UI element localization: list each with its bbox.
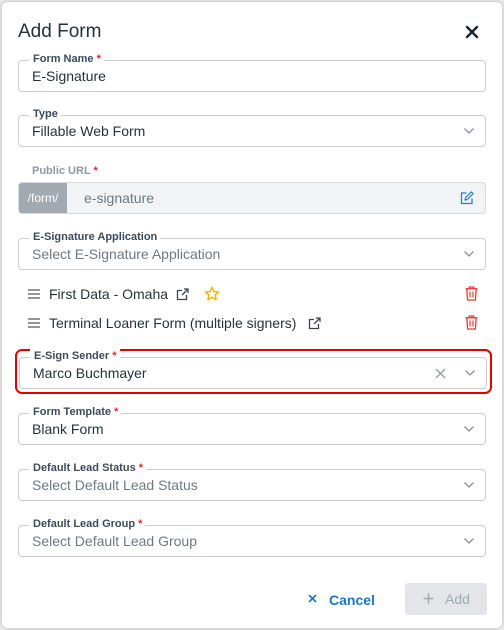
external-link-icon[interactable]	[176, 288, 189, 301]
required-marker: *	[96, 53, 101, 65]
close-icon	[308, 594, 317, 603]
required-marker: *	[93, 165, 98, 177]
default-lead-status-label-text: Default Lead Status	[33, 462, 136, 474]
url-prefix: /form/	[19, 183, 67, 213]
chevron-down-icon[interactable]	[463, 481, 475, 489]
esign-sender-value: Marco Buchmayer	[33, 365, 147, 381]
close-icon[interactable]	[464, 24, 480, 40]
type-value: Fillable Web Form	[32, 123, 146, 139]
required-marker: *	[138, 462, 144, 474]
type-label-text: Type	[33, 108, 58, 120]
clear-icon[interactable]	[435, 368, 446, 379]
add-button[interactable]: Add	[405, 583, 487, 615]
plus-icon	[423, 593, 434, 604]
drag-handle-icon[interactable]	[28, 289, 40, 299]
trash-icon[interactable]	[465, 315, 478, 330]
public-url-label-text: Public URL	[32, 165, 91, 177]
external-link-icon[interactable]	[308, 317, 321, 330]
edit-icon[interactable]	[460, 191, 474, 205]
form-template-label: Form Template *	[29, 405, 122, 419]
public-url-field: /form/ e-signature	[18, 182, 486, 214]
form-template-value: Blank Form	[32, 421, 104, 437]
form-name-label-text: Form Name	[33, 53, 94, 65]
application-list-item: First Data - Omaha	[28, 285, 478, 305]
esignature-application-label-text: E-Signature Application	[33, 231, 158, 243]
default-lead-group-label-text: Default Lead Group	[33, 518, 136, 530]
application-name: First Data - Omaha	[49, 286, 169, 302]
add-label: Add	[445, 591, 470, 607]
esignature-application-placeholder: Select E-Signature Application	[32, 246, 221, 262]
type-select[interactable]: Type Fillable Web Form	[18, 107, 486, 147]
default-lead-status-placeholder: Select Default Lead Status	[32, 477, 198, 493]
type-label: Type	[29, 107, 61, 121]
cancel-label: Cancel	[329, 592, 375, 608]
form-template-select[interactable]: Form Template * Blank Form	[18, 405, 486, 445]
drag-handle-icon[interactable]	[28, 318, 40, 328]
form-name-field[interactable]: Form Name * E-Signature	[18, 52, 486, 92]
chevron-down-icon[interactable]	[463, 425, 475, 433]
public-url-label: Public URL *	[32, 165, 98, 177]
chevron-down-icon[interactable]	[463, 250, 475, 258]
esign-sender-select[interactable]: E-Sign Sender * Marco Buchmayer	[19, 349, 487, 389]
form-template-label-text: Form Template	[33, 406, 112, 418]
chevron-down-icon[interactable]	[463, 127, 475, 135]
chevron-down-icon[interactable]	[464, 369, 476, 377]
esignature-application-select[interactable]: E-Signature Application Select E-Signatu…	[18, 230, 486, 270]
esign-sender-label-text: E-Sign Sender	[34, 350, 110, 362]
default-lead-group-label: Default Lead Group *	[29, 517, 146, 531]
trash-icon[interactable]	[465, 286, 478, 301]
form-name-label: Form Name *	[29, 52, 104, 66]
default-lead-group-select[interactable]: Default Lead Group * Select Default Lead…	[18, 517, 486, 557]
form-name-input[interactable]: E-Signature	[32, 68, 106, 84]
default-lead-status-select[interactable]: Default Lead Status * Select Default Lea…	[18, 461, 486, 501]
esignature-application-label: E-Signature Application	[29, 230, 161, 244]
required-marker: *	[112, 350, 117, 362]
dialog-title: Add Form	[18, 21, 102, 42]
add-form-dialog: Add Form Form Name * E-Signature Type Fi…	[2, 2, 502, 628]
public-url-input: e-signature	[84, 190, 155, 206]
application-name: Terminal Loaner Form (multiple signers)	[49, 315, 297, 331]
star-icon[interactable]	[204, 286, 220, 302]
required-marker: *	[114, 406, 119, 418]
application-list-item: Terminal Loaner Form (multiple signers)	[28, 314, 478, 334]
required-marker: *	[138, 518, 143, 530]
cancel-button[interactable]: Cancel	[300, 584, 384, 614]
chevron-down-icon[interactable]	[463, 537, 475, 545]
esign-sender-label: E-Sign Sender *	[30, 349, 120, 363]
default-lead-group-placeholder: Select Default Lead Group	[32, 533, 197, 549]
default-lead-status-label: Default Lead Status *	[29, 461, 147, 475]
